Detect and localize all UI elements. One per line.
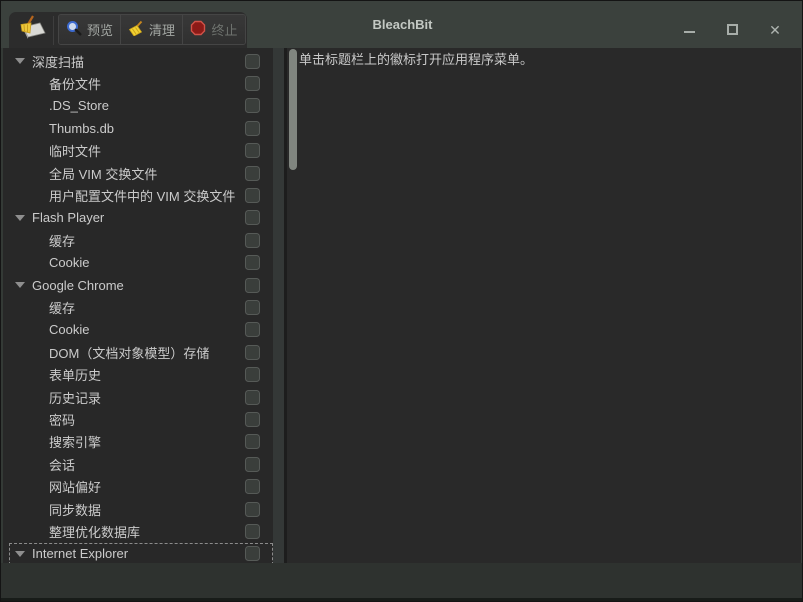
tree-row[interactable]: .DS_Store <box>9 95 273 117</box>
checkbox[interactable] <box>245 367 260 382</box>
expander-down-icon[interactable] <box>15 58 25 64</box>
maximize-icon[interactable] <box>727 24 738 35</box>
checkbox[interactable] <box>245 479 260 494</box>
tree-row[interactable]: Cookie <box>9 319 273 341</box>
abort-button[interactable]: 终止 <box>183 15 245 44</box>
tree-item-label: DOM（文档对象模型）存储 <box>49 343 209 362</box>
tree-row[interactable]: 用户配置文件中的 VIM 交换文件 <box>9 184 273 206</box>
checkbox[interactable] <box>245 457 260 472</box>
tree-item-label: Internet Explorer <box>32 546 128 561</box>
tree-row[interactable]: 缓存 <box>9 229 273 251</box>
tree-row[interactable]: 临时文件 <box>9 140 273 162</box>
minimize-icon[interactable] <box>684 31 695 33</box>
checkbox[interactable] <box>245 166 260 181</box>
checkbox[interactable] <box>245 278 260 293</box>
tree-item-label: 备份文件 <box>49 74 101 93</box>
tree-row[interactable]: 表单历史 <box>9 363 273 385</box>
checkbox[interactable] <box>245 143 260 158</box>
tree-item-label: 缓存 <box>49 231 75 250</box>
tree-item-label: 网站偏好 <box>49 477 101 496</box>
toolbar: 预览 清理 <box>9 12 247 48</box>
tree-row[interactable]: Google Chrome <box>9 274 273 296</box>
scrollbar-thumb[interactable] <box>289 49 297 170</box>
tree-row[interactable]: DOM（文档对象模型）存储 <box>9 341 273 363</box>
tree-scrollbar-trough[interactable] <box>273 48 284 563</box>
expander-down-icon[interactable] <box>15 282 25 288</box>
clean-button[interactable]: 清理 <box>121 15 183 44</box>
tree-item-label: 临时文件 <box>49 141 101 160</box>
tree-row[interactable]: 网站偏好 <box>9 475 273 497</box>
tree-item-label: 同步数据 <box>49 500 101 519</box>
tree-row[interactable]: Internet Explorer <box>9 543 273 563</box>
tree-item-label: Flash Player <box>32 210 104 225</box>
checkbox[interactable] <box>245 546 260 561</box>
preview-button[interactable]: 预览 <box>59 15 121 44</box>
tree-item-label: 缓存 <box>49 298 75 317</box>
tree-row[interactable]: 缓存 <box>9 296 273 318</box>
checkbox[interactable] <box>245 188 260 203</box>
cleaner-tree: 深度扫描备份文件 .DS_Store Thumbs.db 临时文件全局 VIM 交换文… <box>3 48 273 563</box>
tree-row[interactable]: Cookie <box>9 252 273 274</box>
window-bottom-frame <box>1 563 803 598</box>
toolbar-separator <box>53 16 54 45</box>
tree-item-label: Cookie <box>49 322 89 337</box>
tree-item-label: 整理优化数据库 <box>49 522 140 541</box>
tree-row[interactable]: 密码 <box>9 408 273 430</box>
main-content: 深度扫描备份文件 .DS_Store Thumbs.db 临时文件全局 VIM 交换文… <box>1 48 803 563</box>
tree-item-label: 会话 <box>49 455 75 474</box>
info-message: 单击标题栏上的徽标打开应用程序菜单。 <box>299 51 789 69</box>
checkbox[interactable] <box>245 54 260 69</box>
expander-down-icon[interactable] <box>15 551 25 557</box>
tree-item-label: Thumbs.db <box>49 121 114 136</box>
checkbox[interactable] <box>245 345 260 360</box>
preview-button-label: 预览 <box>87 20 113 39</box>
tree-item-label: 表单历史 <box>49 365 101 384</box>
checkbox[interactable] <box>245 233 260 248</box>
checkbox[interactable] <box>245 524 260 539</box>
tree-row[interactable]: 搜索引擎 <box>9 431 273 453</box>
tree-row[interactable]: 备份文件 <box>9 72 273 94</box>
tree-row[interactable]: Flash Player <box>9 207 273 229</box>
tree-row[interactable]: Thumbs.db <box>9 117 273 139</box>
close-icon[interactable]: ✕ <box>767 22 783 38</box>
checkbox[interactable] <box>245 76 260 91</box>
tree-item-label: Cookie <box>49 255 89 270</box>
toolbar-button-group: 预览 清理 <box>58 14 246 45</box>
magnifier-icon <box>66 20 82 39</box>
tree-row[interactable]: 会话 <box>9 453 273 475</box>
checkbox[interactable] <box>245 121 260 136</box>
tree-item-label: 搜索引擎 <box>49 432 101 451</box>
bleachbit-logo-icon[interactable] <box>18 15 46 41</box>
broom-icon <box>128 20 144 39</box>
tree-row[interactable]: 全局 VIM 交换文件 <box>9 162 273 184</box>
checkbox[interactable] <box>245 300 260 315</box>
tree-row[interactable]: 整理优化数据库 <box>9 520 273 542</box>
abort-button-label: 终止 <box>211 20 237 39</box>
tree-item-label: 历史记录 <box>49 388 101 407</box>
clean-button-label: 清理 <box>149 20 175 39</box>
tree-item-label: 全局 VIM 交换文件 <box>49 164 157 183</box>
stop-icon <box>190 20 206 39</box>
tree-row[interactable]: 深度扫描 <box>9 50 273 72</box>
checkbox[interactable] <box>245 412 260 427</box>
tree-row[interactable]: 历史记录 <box>9 386 273 408</box>
tree-row[interactable]: 同步数据 <box>9 498 273 520</box>
checkbox[interactable] <box>245 434 260 449</box>
checkbox[interactable] <box>245 210 260 225</box>
tree-item-label: 用户配置文件中的 VIM 交换文件 <box>49 186 235 205</box>
checkbox[interactable] <box>245 502 260 517</box>
tree-item-label: 深度扫描 <box>32 52 84 71</box>
tree-item-label: .DS_Store <box>49 98 109 113</box>
bleachbit-window: 预览 清理 <box>0 0 803 602</box>
expander-down-icon[interactable] <box>15 215 25 221</box>
window-bottom-edge <box>1 598 803 602</box>
message-panel: 单击标题栏上的徽标打开应用程序菜单。 <box>287 48 801 563</box>
checkbox[interactable] <box>245 322 260 337</box>
tree-item-label: 密码 <box>49 410 75 429</box>
titlebar[interactable]: 预览 清理 <box>1 1 803 48</box>
checkbox[interactable] <box>245 98 260 113</box>
checkbox[interactable] <box>245 390 260 405</box>
checkbox[interactable] <box>245 255 260 270</box>
tree-item-label: Google Chrome <box>32 278 124 293</box>
